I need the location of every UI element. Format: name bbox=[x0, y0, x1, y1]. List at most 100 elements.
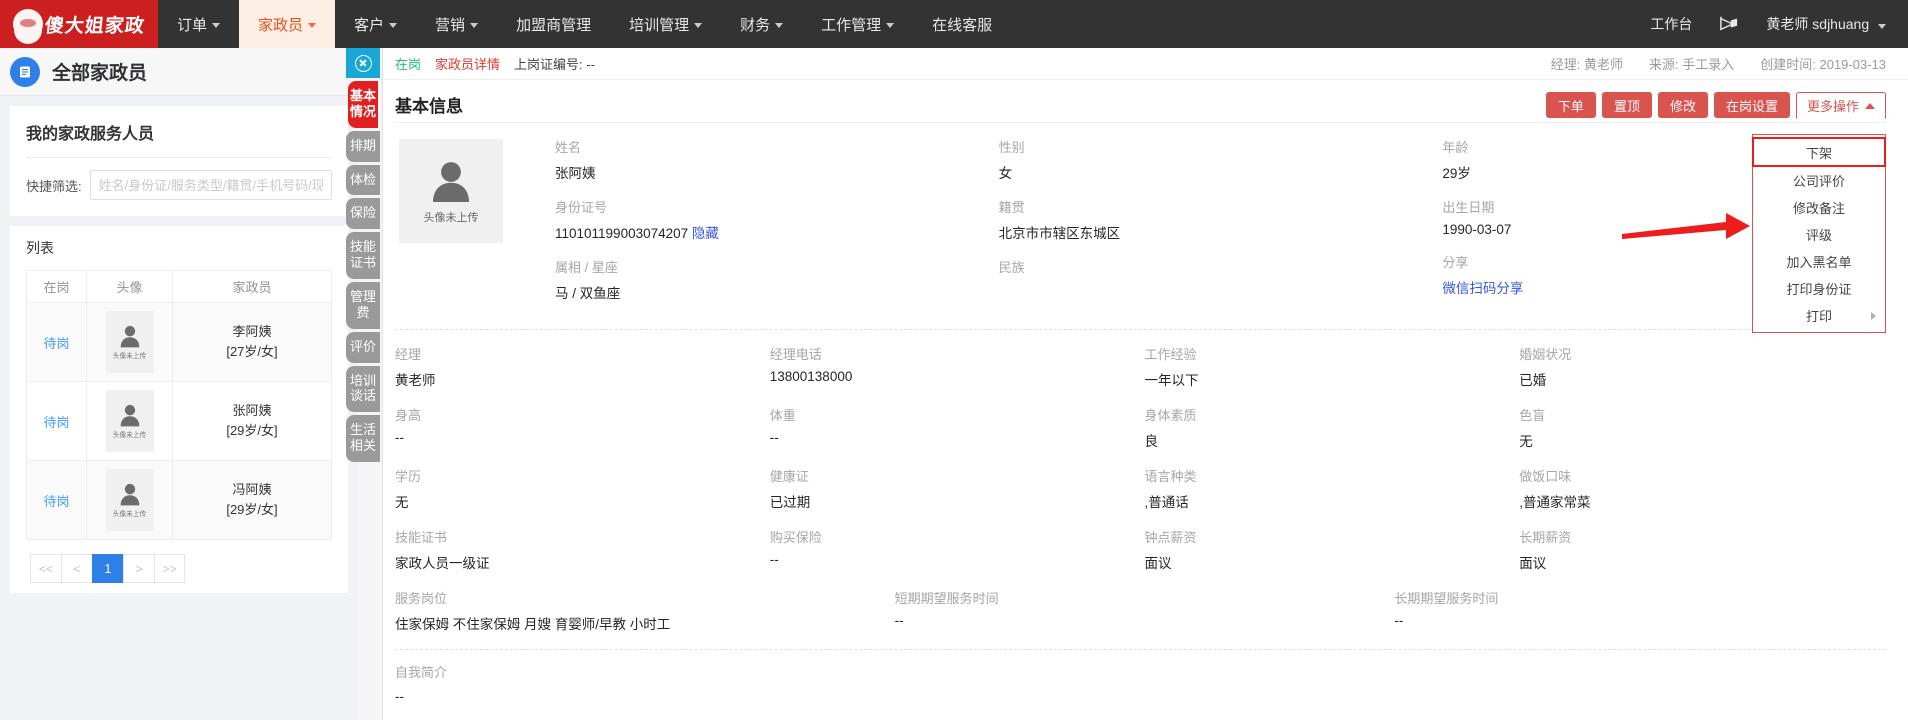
avatar-caption: 头像未上传 bbox=[112, 353, 147, 360]
main-menu: 订单 家政员 客户 营销 加盟商管理 培训管理 财务 工作管理 在线客服 bbox=[158, 0, 1011, 48]
breadcrumb-page[interactable]: 家政员详情 bbox=[435, 54, 500, 73]
chevron-right-icon bbox=[1871, 312, 1876, 320]
tab-life-related[interactable]: 生活相关 bbox=[346, 415, 380, 463]
menu-item-print[interactable]: 打印 bbox=[1753, 302, 1885, 329]
list-card: 列表 在岗 头像 家政员 待岗 头像未上传 李阿姨 [27岁/女] 待岗 头像未… bbox=[10, 226, 348, 593]
tab-skill-certificate[interactable]: 技能证书 bbox=[346, 232, 380, 280]
field-value: 无 bbox=[395, 495, 409, 510]
table-row[interactable]: 待岗 头像未上传 张阿姨 [29岁/女] bbox=[26, 381, 332, 461]
chevron-down-icon bbox=[389, 22, 398, 28]
field-label: 姓名 bbox=[555, 140, 582, 155]
pagination-next[interactable]: > bbox=[123, 554, 154, 583]
field-label: 经理 bbox=[395, 347, 422, 362]
field-value: -- bbox=[769, 552, 779, 567]
profile-avatar[interactable]: 头像未上传 bbox=[399, 139, 503, 243]
info-column-2: 性别 女 籍贯 北京市市辖区东城区 民族 bbox=[999, 137, 1443, 317]
detail-panel: 在岗 家政员详情 上岗证编号: -- 经理: 黄老师 来源: 手工录入 创建时间… bbox=[382, 48, 1908, 720]
id-number-text: 110101199003074207 bbox=[555, 226, 689, 241]
field-label: 经理电话 bbox=[769, 347, 822, 362]
field-short-term-expected-time: 短期期望服务时间 -- bbox=[895, 588, 1387, 633]
page-title: 全部家政员 bbox=[52, 63, 148, 84]
field-value: 13800138000 bbox=[769, 369, 853, 384]
close-panel-button[interactable] bbox=[346, 48, 380, 78]
status-badge[interactable]: 待岗 bbox=[43, 415, 69, 430]
nav-item-marketing[interactable]: 营销 bbox=[416, 0, 497, 48]
on-duty-settings-button[interactable]: 在岗设置 bbox=[1713, 92, 1790, 118]
tab-training-talk[interactable]: 培训谈话 bbox=[346, 365, 380, 413]
chevron-down-icon bbox=[212, 22, 221, 28]
field-purchased-insurance: 购买保险 -- bbox=[770, 527, 1137, 572]
field-ethnicity: 民族 bbox=[999, 257, 1443, 282]
nav-item-online-service[interactable]: 在线客服 bbox=[913, 0, 1011, 48]
worker-meta: [27岁/女] bbox=[226, 344, 278, 359]
app-root: 傻大姐家政 订单 家政员 客户 营销 加盟商管理 培训管理 财务 工作管理 在线… bbox=[0, 0, 1908, 720]
status-badge[interactable]: 待岗 bbox=[43, 336, 69, 351]
field-value: 女 bbox=[998, 166, 1013, 181]
nav-item-housekeepers[interactable]: 家政员 bbox=[239, 0, 336, 48]
pin-to-top-button[interactable]: 置顶 bbox=[1601, 92, 1652, 118]
table-row[interactable]: 待岗 头像未上传 李阿姨 [27岁/女] bbox=[26, 302, 332, 382]
menu-item-take-down[interactable]: 下架 bbox=[1752, 137, 1886, 167]
workbench-link[interactable]: 工作台 bbox=[1650, 14, 1692, 34]
pagination-page-1[interactable]: 1 bbox=[92, 554, 123, 583]
list-title: 列表 bbox=[26, 240, 54, 256]
field-value: -- bbox=[395, 689, 404, 704]
field-value: 马 / 双鱼座 bbox=[555, 286, 621, 301]
menu-item-print-id-card[interactable]: 打印身份证 bbox=[1753, 275, 1885, 302]
housekeeper-table: 在岗 头像 家政员 待岗 头像未上传 李阿姨 [27岁/女] 待岗 头像未上传 … bbox=[26, 270, 332, 540]
field-value: 北京市市辖区东城区 bbox=[998, 226, 1121, 241]
search-input[interactable] bbox=[89, 170, 332, 200]
nav-label: 客户 bbox=[354, 16, 385, 34]
row-status-cell: 待岗 bbox=[26, 302, 87, 382]
menu-item-add-blacklist[interactable]: 加入黑名单 bbox=[1753, 248, 1885, 275]
nav-label: 家政员 bbox=[258, 16, 304, 34]
more-actions-button[interactable]: 更多操作 bbox=[1795, 92, 1886, 119]
megaphone-icon[interactable] bbox=[1718, 15, 1740, 33]
place-order-button[interactable]: 下单 bbox=[1545, 92, 1596, 118]
edit-button[interactable]: 修改 bbox=[1657, 92, 1708, 118]
field-manager: 经理 黄老师 bbox=[395, 344, 762, 389]
field-value: -- bbox=[894, 613, 904, 628]
person-placeholder-icon bbox=[433, 162, 469, 202]
menu-item-company-review[interactable]: 公司评价 bbox=[1753, 167, 1885, 194]
tab-management-fee[interactable]: 管理费 bbox=[346, 282, 380, 329]
tab-basic-info[interactable]: 基本情况 bbox=[348, 81, 378, 128]
menu-item-edit-remark[interactable]: 修改备注 bbox=[1753, 194, 1885, 221]
row-avatar-cell: 头像未上传 bbox=[86, 302, 173, 382]
nav-item-finance[interactable]: 财务 bbox=[721, 0, 802, 48]
field-label: 民族 bbox=[998, 260, 1025, 275]
field-value: 良 bbox=[1144, 434, 1159, 449]
nav-item-work-management[interactable]: 工作管理 bbox=[802, 0, 913, 48]
tab-insurance[interactable]: 保险 bbox=[346, 198, 380, 230]
pagination-last[interactable]: >> bbox=[154, 554, 185, 583]
field-cooking-taste: 做饭口味 ,普通家常菜 bbox=[1519, 466, 1886, 511]
pagination-first[interactable]: << bbox=[30, 554, 61, 583]
user-name: 黄老师 sdjhuang bbox=[1766, 16, 1870, 32]
nav-item-customers[interactable]: 客户 bbox=[335, 0, 416, 48]
field-value: 已婚 bbox=[1519, 373, 1547, 388]
more-actions-dropdown: 下架 公司评价 修改备注 评级 加入黑名单 打印身份证 打印 bbox=[1752, 134, 1886, 333]
nav-item-franchise-management[interactable]: 加盟商管理 bbox=[497, 0, 610, 48]
menu-item-rating[interactable]: 评级 bbox=[1753, 221, 1885, 248]
tab-evaluation[interactable]: 评价 bbox=[346, 331, 380, 363]
logo-text: 傻大姐家政 bbox=[43, 14, 146, 37]
nav-item-orders[interactable]: 订单 bbox=[158, 0, 239, 48]
nav-item-training-management[interactable]: 培训管理 bbox=[610, 0, 721, 48]
worker-name: 张阿姨 bbox=[232, 402, 272, 418]
tab-schedule[interactable]: 排期 bbox=[346, 130, 380, 162]
column-header-housekeeper: 家政员 bbox=[172, 270, 332, 303]
field-manager-phone: 经理电话 13800138000 bbox=[770, 344, 1137, 389]
user-menu[interactable]: 黄老师 sdjhuang bbox=[1766, 14, 1886, 34]
field-value: 一年以下 bbox=[1144, 373, 1199, 388]
page-header: 全部家政员 bbox=[0, 48, 358, 96]
table-row[interactable]: 待岗 头像未上传 冯阿姨 [29岁/女] bbox=[26, 460, 332, 540]
annotation-arrow-icon bbox=[1622, 213, 1750, 239]
status-badge[interactable]: 待岗 bbox=[43, 494, 69, 509]
column-header-avatar: 头像 bbox=[86, 270, 173, 303]
close-icon bbox=[354, 54, 372, 72]
pagination-prev[interactable]: < bbox=[61, 554, 92, 583]
tab-physical-exam[interactable]: 体检 bbox=[346, 164, 380, 196]
avatar: 头像未上传 bbox=[105, 311, 154, 373]
hide-id-link[interactable]: 隐藏 bbox=[692, 226, 719, 241]
brand-logo[interactable]: 傻大姐家政 bbox=[0, 0, 158, 48]
